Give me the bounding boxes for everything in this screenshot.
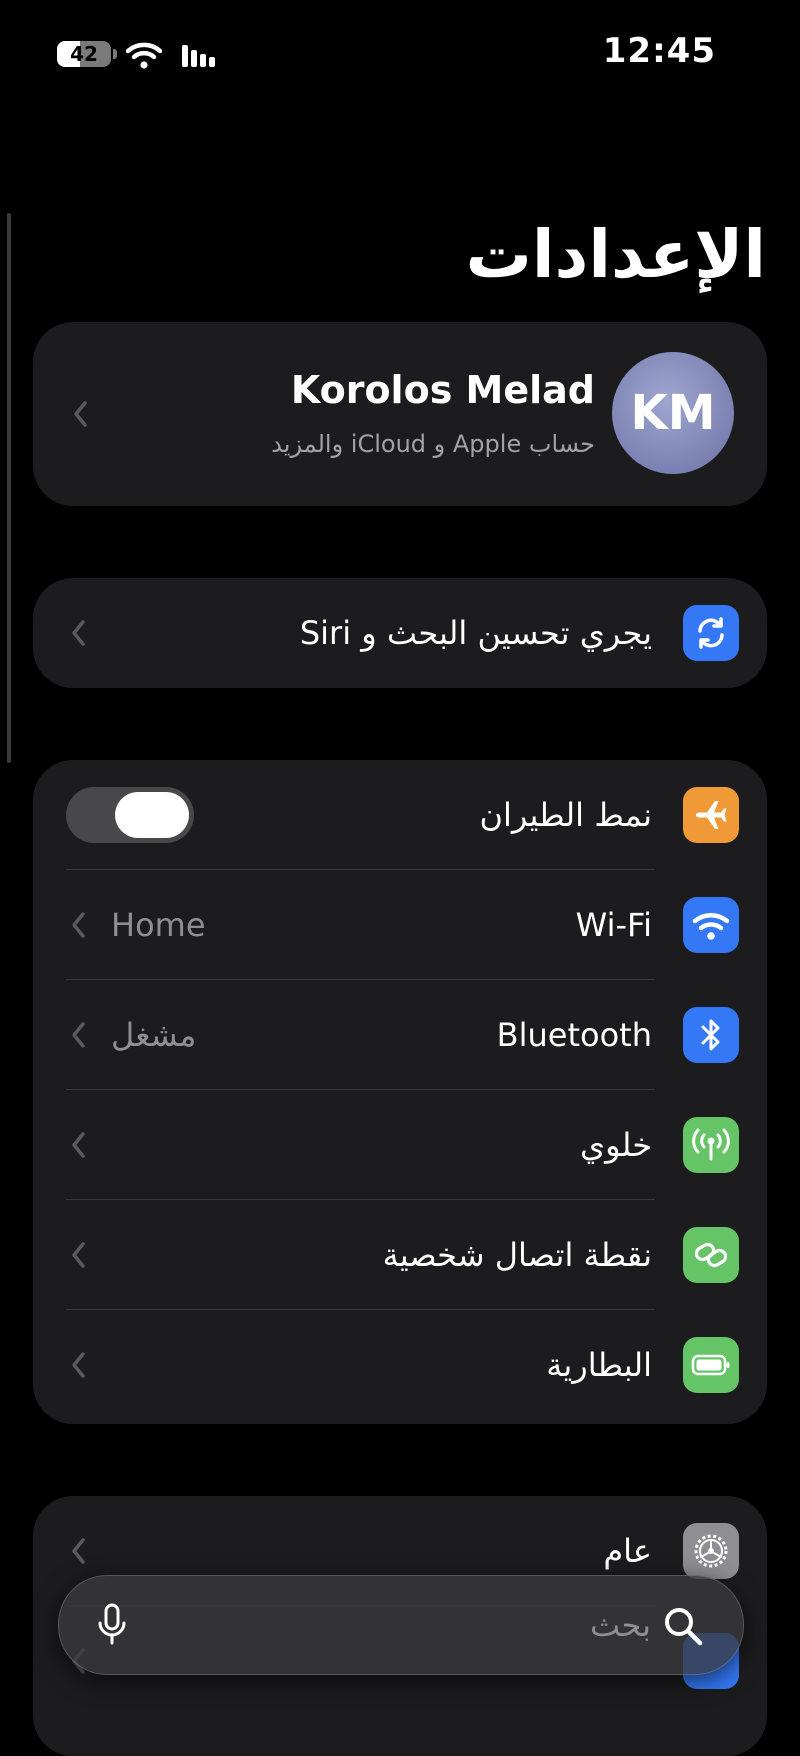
toggle-knob [115, 792, 189, 838]
airplane-mode-toggle[interactable] [66, 787, 194, 843]
battery-indicator: 42 [57, 41, 111, 67]
chevron-left-icon [72, 620, 85, 646]
cellular-signal-icon [182, 45, 215, 67]
battery-percentage: 42 [70, 42, 98, 66]
account-subtitle: حساب Apple و iCloud والمزيد [271, 430, 595, 458]
chevron-left-icon [72, 1538, 85, 1564]
status-time: 12:45 [602, 31, 716, 71]
chevron-left-icon [74, 401, 87, 427]
sync-icon [683, 605, 739, 661]
bluetooth-status-value: مشغل [111, 1016, 197, 1054]
cellular-icon [683, 1117, 739, 1173]
settings-row-label: Bluetooth [496, 1016, 652, 1054]
settings-row-airplane-mode[interactable]: نمط الطيران [33, 760, 767, 870]
wifi-status-icon [126, 42, 162, 69]
settings-row-label: نمط الطيران [479, 796, 652, 834]
search-placeholder: بحث [590, 1606, 651, 1644]
suggestion-card[interactable]: يجري تحسين البحث و Siri [33, 578, 767, 688]
chevron-left-icon [72, 912, 85, 938]
suggestion-label: يجري تحسين البحث و Siri [299, 614, 652, 652]
search-icon [665, 1608, 703, 1646]
airplane-icon [683, 787, 739, 843]
status-bar: 42 12:45 [0, 0, 800, 110]
avatar: KM [612, 352, 734, 474]
settings-row-cellular[interactable]: خلوي [33, 1090, 767, 1200]
settings-row-wifi[interactable]: Wi-Fi Home [33, 870, 767, 980]
connectivity-card: نمط الطيران Wi-Fi Home Bluetooth مشغل خل… [33, 760, 767, 1424]
battery-icon [683, 1337, 739, 1393]
settings-row-battery[interactable]: البطارية [33, 1310, 767, 1420]
search-bar[interactable]: بحث [58, 1575, 744, 1675]
settings-row-label: نقطة اتصال شخصية [382, 1236, 652, 1274]
account-name: Korolos Melad [290, 368, 595, 412]
wifi-network-value: Home [111, 906, 206, 944]
settings-row-personal-hotspot[interactable]: نقطة اتصال شخصية [33, 1200, 767, 1310]
wifi-icon [683, 897, 739, 953]
settings-row-label: خلوي [580, 1126, 652, 1164]
settings-row-bluetooth[interactable]: Bluetooth مشغل [33, 980, 767, 1090]
bluetooth-icon [683, 1007, 739, 1063]
settings-row-label: البطارية [546, 1346, 652, 1384]
hotspot-icon [683, 1227, 739, 1283]
suggestion-row[interactable]: يجري تحسين البحث و Siri [33, 578, 767, 688]
gear-icon [683, 1523, 739, 1579]
microphone-icon[interactable] [97, 1603, 127, 1647]
chevron-left-icon [72, 1352, 85, 1378]
scroll-indicator[interactable] [7, 213, 11, 763]
chevron-left-icon [72, 1022, 85, 1048]
settings-row-label: Wi-Fi [575, 906, 652, 944]
chevron-left-icon [72, 1132, 85, 1158]
page-title: الإعدادات [465, 216, 766, 293]
account-card[interactable]: KM Korolos Melad حساب Apple و iCloud وال… [33, 322, 767, 506]
chevron-left-icon [72, 1242, 85, 1268]
